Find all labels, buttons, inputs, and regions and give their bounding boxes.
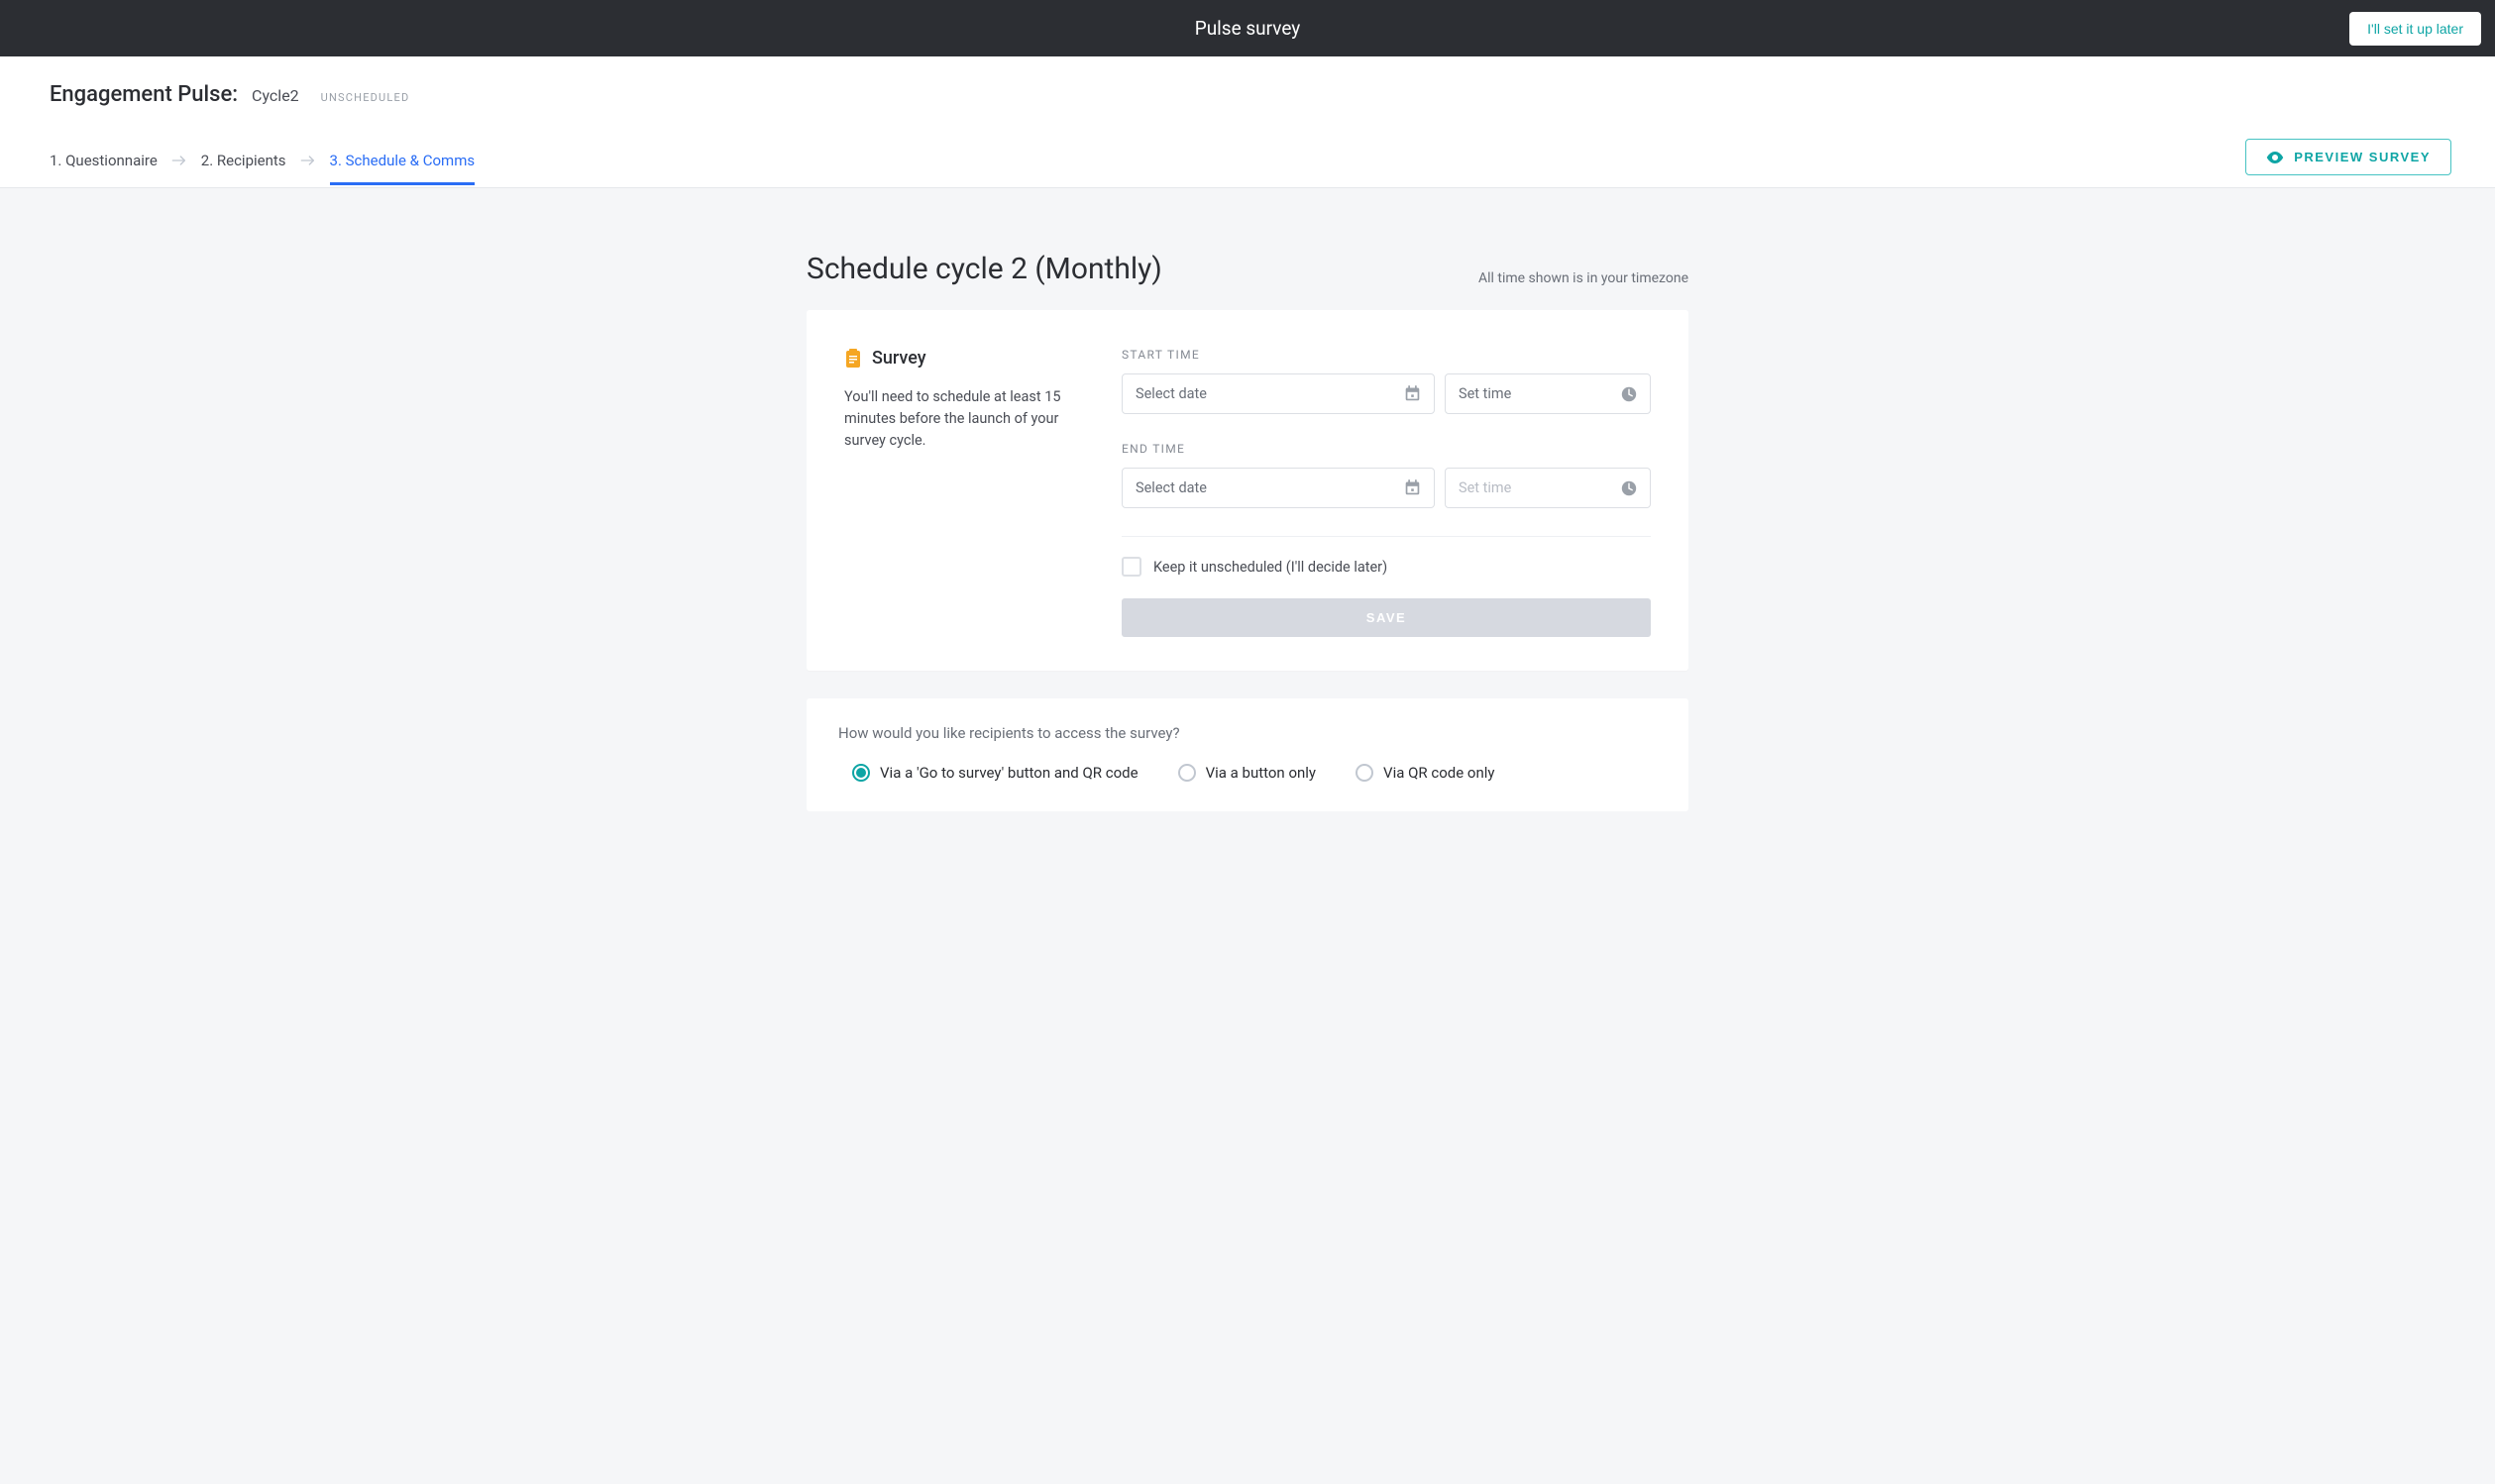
topbar: Pulse survey I'll set it up later — [0, 0, 2495, 56]
radio-icon — [1356, 764, 1373, 782]
radio-label: Via a 'Go to survey' button and QR code — [880, 764, 1139, 782]
page-heading: Schedule cycle 2 (Monthly) — [807, 252, 1162, 286]
keep-unscheduled-checkbox[interactable] — [1122, 557, 1141, 577]
step-recipients[interactable]: 2. Recipients — [201, 142, 286, 185]
start-time-label: START TIME — [1122, 348, 1651, 362]
preview-survey-button[interactable]: PREVIEW SURVEY — [2245, 139, 2451, 175]
chevron-right-icon — [171, 155, 187, 172]
step-schedule-comms[interactable]: 3. Schedule & Comms — [330, 142, 476, 185]
clipboard-icon — [844, 349, 862, 369]
clock-icon — [1621, 480, 1637, 496]
access-option-qr-only[interactable]: Via QR code only — [1356, 764, 1495, 782]
keep-unscheduled-row: Keep it unscheduled (I'll decide later) — [1122, 557, 1651, 577]
subheader: Engagement Pulse: Cycle2 UNSCHEDULED 1. … — [0, 56, 2495, 188]
timezone-note: All time shown is in your timezone — [1478, 270, 1688, 286]
schedule-left-col: Survey You'll need to schedule at least … — [844, 348, 1082, 637]
start-time-input[interactable]: Set time — [1445, 373, 1651, 414]
calendar-icon — [1404, 385, 1421, 402]
calendar-icon — [1404, 479, 1421, 496]
clock-icon — [1621, 386, 1637, 402]
end-time-placeholder: Set time — [1459, 479, 1511, 496]
access-question: How would you like recipients to access … — [838, 724, 1657, 742]
start-date-placeholder: Select date — [1136, 385, 1207, 402]
main-content: Schedule cycle 2 (Monthly) All time show… — [807, 188, 1688, 851]
survey-name: Engagement Pulse: — [50, 82, 238, 107]
wizard-steps: 1. Questionnaire 2. Recipients 3. Schedu… — [50, 142, 475, 185]
setup-later-button[interactable]: I'll set it up later — [2349, 12, 2481, 46]
steps-row: 1. Questionnaire 2. Recipients 3. Schedu… — [50, 139, 2451, 187]
status-badge: UNSCHEDULED — [321, 91, 410, 104]
keep-unscheduled-label: Keep it unscheduled (I'll decide later) — [1153, 559, 1387, 576]
step-questionnaire[interactable]: 1. Questionnaire — [50, 142, 158, 185]
cycle-name: Cycle2 — [252, 86, 299, 105]
radio-icon — [1178, 764, 1196, 782]
eye-icon — [2266, 152, 2284, 163]
access-option-button-qr[interactable]: Via a 'Go to survey' button and QR code — [852, 764, 1139, 782]
page-heading-row: Schedule cycle 2 (Monthly) All time show… — [807, 252, 1688, 286]
survey-info-row: Engagement Pulse: Cycle2 UNSCHEDULED — [50, 82, 2451, 107]
end-date-placeholder: Select date — [1136, 479, 1207, 496]
divider — [1122, 536, 1651, 537]
end-date-input[interactable]: Select date — [1122, 468, 1435, 508]
start-time-placeholder: Set time — [1459, 385, 1511, 402]
access-options: Via a 'Go to survey' button and QR code … — [838, 764, 1657, 782]
end-time-label: END TIME — [1122, 442, 1651, 456]
chevron-right-icon — [300, 155, 316, 172]
section-title: Survey — [872, 348, 926, 369]
access-card: How would you like recipients to access … — [807, 698, 1688, 811]
page-title: Pulse survey — [1195, 17, 1301, 40]
start-date-input[interactable]: Select date — [1122, 373, 1435, 414]
schedule-right-col: START TIME Select date Set time — [1122, 348, 1651, 637]
schedule-card: Survey You'll need to schedule at least … — [807, 310, 1688, 671]
preview-survey-label: PREVIEW SURVEY — [2294, 150, 2431, 164]
radio-icon — [852, 764, 870, 782]
radio-label: Via QR code only — [1383, 764, 1495, 782]
section-description: You'll need to schedule at least 15 minu… — [844, 386, 1082, 451]
access-option-button-only[interactable]: Via a button only — [1178, 764, 1316, 782]
save-button[interactable]: SAVE — [1122, 598, 1651, 637]
end-time-input[interactable]: Set time — [1445, 468, 1651, 508]
radio-label: Via a button only — [1206, 764, 1316, 782]
